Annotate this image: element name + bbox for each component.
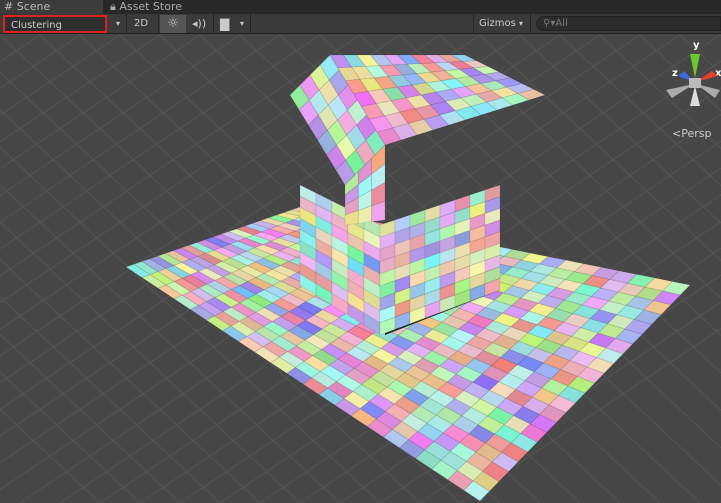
svg-text:y: y <box>693 40 700 51</box>
chevron-down-icon[interactable]: ▾ <box>116 15 120 33</box>
svg-text:z: z <box>672 68 678 79</box>
lock-icon: 🔒︎ <box>110 0 116 13</box>
grid-line <box>0 35 41 63</box>
tab-asset-store[interactable]: 🔒︎ Asset Store <box>106 0 182 14</box>
2d-toggle[interactable]: 2D <box>134 15 148 33</box>
projection-toggle[interactable]: <Persp <box>672 127 711 140</box>
center-cube[interactable] <box>689 78 701 88</box>
speaker-icon[interactable]: ◂)) <box>192 15 206 33</box>
svg-text:x: x <box>715 68 721 79</box>
tab-scene[interactable]: # Scene <box>0 0 103 14</box>
y-axis-cone[interactable] <box>690 54 700 78</box>
grid-icon: # <box>4 0 14 13</box>
grid-line <box>0 371 141 503</box>
chevron-down-icon[interactable]: ▾ <box>240 15 244 33</box>
tab-bar: # Scene 🔒︎ Asset Store <box>0 0 721 14</box>
sun-icon[interactable]: ☼ <box>160 15 186 33</box>
neg-y-axis-cone[interactable] <box>690 86 700 106</box>
gizmos-dropdown[interactable]: Gizmos ▾ <box>479 15 523 33</box>
search-input[interactable]: ⚲▾All <box>536 16 721 31</box>
image-icon[interactable]: ▇ <box>220 15 229 33</box>
search-icon: ⚲▾ <box>543 18 556 29</box>
grid-line <box>0 35 81 90</box>
grid-line <box>0 35 121 116</box>
orientation-gizmo[interactable]: y z x <box>660 38 721 110</box>
draw-mode-dropdown[interactable]: Clustering <box>3 15 107 33</box>
scene-viewport[interactable] <box>0 35 721 503</box>
scene-toolbar: Clustering ▾ 2D ☼ ◂)) ▇ ▾ Gizmos ▾ ⚲▾All <box>0 14 721 34</box>
